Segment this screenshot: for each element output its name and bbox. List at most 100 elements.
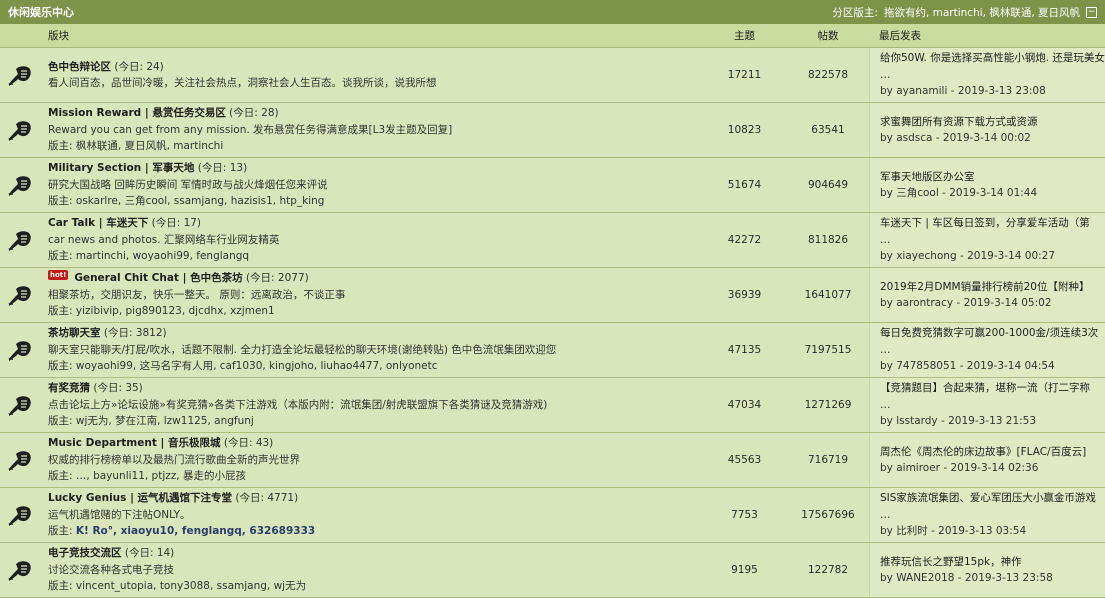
forum-name[interactable]: Car Talk | 车迷天下 [48,217,148,229]
forum-name[interactable]: Mission Reward | 悬赏任务交易区 [48,107,226,119]
forum-moderators-label: 版主: [48,470,73,483]
forum-posts-count: 17567696 [801,509,855,521]
category-titlebar: 休闲娱乐中心 分区版主: 拖欲有约, martinchi, 枫林联通, 夏日风帆… [0,0,1105,24]
forum-posts-count: 1271269 [804,399,852,411]
header-last-post: 最后发表 [879,30,921,42]
forum-status-icon[interactable] [0,158,40,212]
forum-last-post: 【竞猜题目】合起来猜，堪称一流（打二字称 … by lsstardy - 201… [869,378,1105,432]
last-post-title[interactable]: 周杰伦《周杰伦的床边故事》[FLAC/百度云] [880,444,1105,461]
last-post-ellipsis: … [880,343,891,356]
forum-row: Music Department | 音乐极限城 (今日: 43) 权威的排行榜… [0,433,1105,488]
forum-moderators-label: 版主: [48,360,73,373]
forum-moderators-names[interactable]: …, bayunli11, ptjzz, 暴走的小屁孩 [76,470,246,482]
forum-name[interactable]: Military Section | 军事天地 [48,162,194,174]
last-post-title[interactable]: 军事天地版区办公室 [880,169,1105,186]
forum-moderators-names[interactable]: oskarlre, 三角cool, ssamjang, hazisis1, ht… [76,195,325,207]
forum-description: 看人间百态，品世间冷暖，关注社会热点，洞察社会人生百态。谈我所谈，说我所想 [48,77,437,89]
forum-name[interactable]: Lucky Genius | 运气机遇馆下注专堂 [48,492,232,504]
last-post-author-time[interactable]: by xiayechong - 2019-3-14 00:27 [880,248,1105,265]
forum-moderators-names[interactable]: 枫林联通, 夏日风帆, martinchi [76,140,223,152]
forum-moderators-label: 版主: [48,305,73,318]
forum-today-count: (今日: 17) [151,217,202,230]
forum-posts-count: 904649 [807,179,849,191]
forum-last-post: 2019年2月DMM销量排行榜前20位【附种】 by aarontracy - … [869,268,1105,322]
last-post-author-time[interactable]: by ayanamili - 2019-3-13 23:08 [880,83,1105,100]
last-post-title[interactable]: SIS家族流氓集团、爱心军团压大小赢金币游戏 [880,490,1105,507]
forum-name[interactable]: 茶坊聊天室 [48,327,101,339]
forum-moderators-names[interactable]: wj无为, 梦在江南, lzw1125, angfunj [76,415,254,427]
forum-title-line: 电子竞技交流区 (今日: 14) [48,545,702,562]
forum-status-icon[interactable] [0,323,40,377]
forum-posts-count: 7197515 [804,344,852,356]
forum-description: car news and photos. 汇聚网络车行业网友精英 [48,233,280,246]
forum-name[interactable]: Music Department | 音乐极限城 [48,437,221,449]
forum-today-count: (今日: 13) [197,162,248,175]
category-moderators: 分区版主: 拖欲有约, martinchi, 枫林联通, 夏日风帆 − [832,5,1097,20]
forum-status-icon[interactable] [0,433,40,487]
forum-info: 电子竞技交流区 (今日: 14) 讨论交流各种各式电子竞技 版主: vincen… [40,543,702,597]
forum-status-icon[interactable] [0,378,40,432]
forum-last-post: 车迷天下 | 车区每日签到，分享爱车活动（第 … by xiayechong -… [869,213,1105,267]
last-post-author-time[interactable]: by lsstardy - 2019-3-13 21:53 [880,413,1105,430]
forum-status-icon[interactable] [0,213,40,267]
forum-today-count: (今日: 14) [124,547,175,560]
forum-title-line: Mission Reward | 悬赏任务交易区 (今日: 28) [48,105,702,122]
minus-icon[interactable]: − [1086,6,1097,18]
forum-topics-count: 45563 [727,454,762,466]
category-moderators-label: 分区版主: [832,6,878,19]
forum-posts-count: 822578 [807,69,849,81]
forum-moderators: 版主: oskarlre, 三角cool, ssamjang, hazisis1… [48,193,702,210]
forum-row: 色中色辩论区 (今日: 24) 看人间百态，品世间冷暖，关注社会热点，洞察社会人… [0,48,1105,103]
forum-moderators-names[interactable]: woyaohi99, 这马名字有人用, caf1030, kingjoho, l… [76,360,438,372]
last-post-title[interactable]: 求蜜舞团所有资源下载方式或资源 [880,114,1105,131]
forum-description: 权威的排行榜榜单以及最热门流行歌曲全新的声光世界 [48,453,300,466]
last-post-author-time[interactable]: by aarontracy - 2019-3-14 05:02 [880,295,1105,312]
forum-status-icon[interactable] [0,48,40,102]
forum-today-count: (今日: 4771) [235,492,299,505]
forum-status-icon[interactable] [0,103,40,157]
forum-last-post: 给你50W. 你是选择买高性能小钢炮. 还是玩美女 … by ayanamili… [869,48,1105,102]
forum-moderators-names[interactable]: martinchi, woyaohi99, fenglangq [76,250,249,262]
last-post-title[interactable]: 给你50W. 你是选择买高性能小钢炮. 还是玩美女 [880,50,1105,67]
last-post-author-time[interactable]: by asdsca - 2019-3-14 00:02 [880,130,1105,147]
last-post-author-time[interactable]: by 747858051 - 2019-3-14 04:54 [880,358,1105,375]
last-post-author-time[interactable]: by 比利时 - 2019-3-13 03:54 [880,523,1105,540]
forum-moderators: 版主: 枫林联通, 夏日风帆, martinchi [48,138,702,155]
forum-moderators-names[interactable]: yizibivip, pig890123, djcdhx, xzjmen1 [76,305,275,317]
forum-last-post: 周杰伦《周杰伦的床边故事》[FLAC/百度云] by aimiroer - 20… [869,433,1105,487]
forum-topics-count: 17211 [727,69,762,81]
last-post-title[interactable]: 车迷天下 | 车区每日签到，分享爱车活动（第 [880,215,1105,232]
category-title[interactable]: 休闲娱乐中心 [8,4,74,20]
forum-name[interactable]: 色中色辩论区 [48,61,111,73]
forum-moderators-names[interactable]: K! Ro°, xiaoyu10, fenglangq, 632689333 [76,525,315,537]
forum-last-post: 军事天地版区办公室 by 三角cool - 2019-3-14 01:44 [869,158,1105,212]
last-post-title[interactable]: 【竞猜题目】合起来猜，堪称一流（打二字称 [880,380,1105,397]
forum-moderators-names[interactable]: vincent_utopia, tony3088, ssamjang, wj无为 [76,580,306,592]
forum-last-post: SIS家族流氓集团、爱心军团压大小赢金币游戏 … by 比利时 - 2019-3… [869,488,1105,542]
forum-status-icon[interactable] [0,543,40,597]
forum-title-line: hot! General Chit Chat | 色中色茶坊 (今日: 2077) [48,270,702,287]
category-moderators-names[interactable]: 拖欲有约, martinchi, 枫林联通, 夏日风帆 [884,5,1080,20]
last-post-author-time[interactable]: by WANE2018 - 2019-3-13 23:58 [880,570,1105,587]
forum-topics-count: 47034 [727,399,762,411]
forum-status-icon[interactable] [0,488,40,542]
forum-name[interactable]: 电子竞技交流区 [48,547,122,559]
forum-today-count: (今日: 35) [93,382,143,395]
forum-title-line: Car Talk | 车迷天下 (今日: 17) [48,215,702,232]
forum-status-icon[interactable] [0,268,40,322]
forum-title-line: Music Department | 音乐极限城 (今日: 43) [48,435,702,452]
last-post-title[interactable]: 每日免费竞猜数字可赢200-1000金/须连续3次 [880,325,1105,342]
forum-posts-count: 63541 [811,124,845,136]
last-post-author-time[interactable]: by 三角cool - 2019-3-14 01:44 [880,185,1105,202]
forum-row: 电子竞技交流区 (今日: 14) 讨论交流各种各式电子竞技 版主: vincen… [0,543,1105,598]
forum-topics-count: 51674 [727,179,762,191]
forum-name[interactable]: 有奖竞猜 [48,382,90,394]
forum-list: 色中色辩论区 (今日: 24) 看人间百态，品世间冷暖，关注社会热点，洞察社会人… [0,48,1105,598]
last-post-title[interactable]: 2019年2月DMM销量排行榜前20位【附种】 [880,279,1105,296]
forum-name[interactable]: General Chit Chat | 色中色茶坊 [74,272,242,284]
forum-info: Music Department | 音乐极限城 (今日: 43) 权威的排行榜… [40,433,702,487]
last-post-author-time[interactable]: by aimiroer - 2019-3-14 02:36 [880,460,1105,477]
forum-title-line: 有奖竞猜 (今日: 35) [48,380,702,397]
last-post-title[interactable]: 推荐玩信长之野望15pk，神作 [880,554,1105,571]
forum-row: 有奖竞猜 (今日: 35) 点击论坛上方»论坛设施»有奖竞猜»各类下注游戏（本版… [0,378,1105,433]
